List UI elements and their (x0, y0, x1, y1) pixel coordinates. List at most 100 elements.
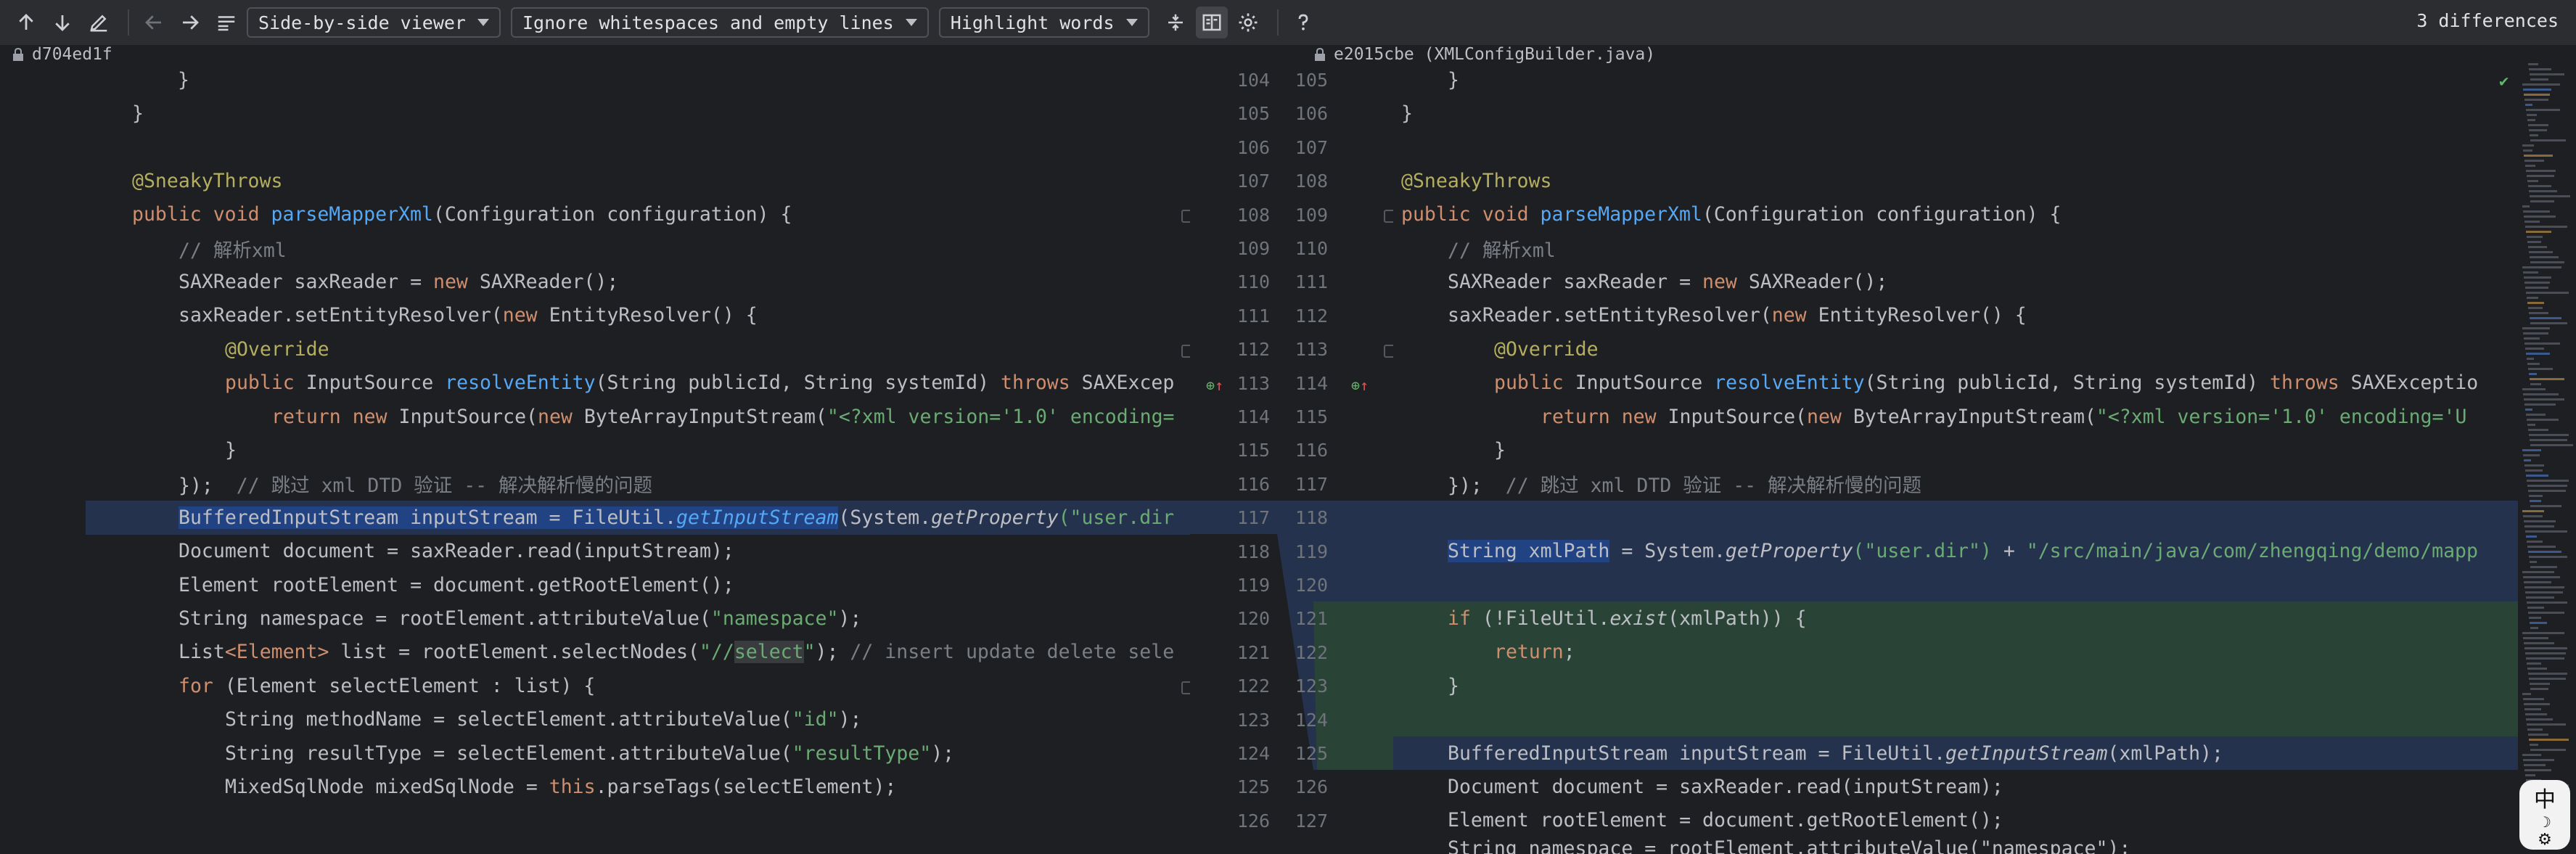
left-revision-title: d704ed1f (12, 45, 112, 64)
minimap-line (2523, 393, 2559, 395)
collapse-unchanged-icon[interactable] (1160, 7, 1191, 38)
code-line: List<Element> list = rootElement.selectN… (179, 641, 1175, 664)
help-icon[interactable] (1287, 7, 1319, 38)
right-line-number: 108 (1295, 171, 1328, 192)
left-line-number: 110 (1236, 271, 1270, 292)
code-line: } (132, 102, 144, 126)
minimap-line (2528, 124, 2548, 126)
input-method-widget[interactable]: 中 ☽ ⚙ (2519, 780, 2570, 850)
minimap-line (2526, 535, 2537, 538)
minimap-line (2524, 459, 2531, 461)
minimap-line (2530, 439, 2567, 441)
viewer-mode-label: Side-by-side viewer (258, 12, 466, 33)
right-line-number: 111 (1295, 271, 1328, 292)
minimap-line (2524, 403, 2556, 406)
minimap-line (2529, 373, 2537, 375)
list-changes-icon[interactable] (210, 7, 242, 38)
viewer-mode-select[interactable]: Side-by-side viewer (247, 7, 501, 38)
settings-gear-icon[interactable] (1232, 7, 1264, 38)
inserted-line: String xmlPath = System.getProperty("use… (1393, 534, 2518, 568)
fold-marker-icon[interactable] (1181, 210, 1190, 223)
code-line: saxReader.setEntityResolver(new EntityRe… (179, 304, 758, 327)
minimap-line (2530, 73, 2564, 75)
fold-marker-icon[interactable] (1181, 345, 1190, 358)
fold-marker-icon[interactable] (1181, 681, 1190, 694)
minimap-line (2527, 363, 2540, 365)
left-line-number: 123 (1236, 710, 1270, 731)
code-line: @Override (1494, 337, 1599, 361)
minimap-line (2527, 236, 2543, 238)
minimap-line (2522, 510, 2544, 512)
minimap-line (2525, 348, 2544, 350)
minimap-line (2524, 215, 2556, 218)
code-line: saxReader.setEntityResolver(new EntityRe… (1448, 304, 2027, 327)
minimap-line (2527, 480, 2569, 482)
edit-source-icon[interactable] (83, 7, 115, 38)
sync-scroll-icon[interactable] (1195, 7, 1228, 38)
next-difference-icon[interactable] (46, 7, 78, 38)
minimap-line (2530, 622, 2547, 624)
minimap-line (2528, 368, 2553, 370)
minimap-line (2530, 317, 2561, 319)
minimap-line (2524, 586, 2564, 588)
right-line-number: 120 (1295, 575, 1328, 596)
left-editor-pane[interactable]: } } @SneakyThrows public void parseMappe… (0, 63, 1190, 854)
left-line-number: 111 (1236, 305, 1270, 327)
minimap-line (2525, 165, 2535, 167)
minimap-line (2524, 221, 2540, 223)
differences-count: 3 differences (2416, 10, 2559, 31)
implements-marker-icon[interactable]: ⊕↑ (1206, 377, 1223, 394)
minimap-line (2523, 210, 2550, 213)
implements-marker-icon[interactable]: ⊕↑ (1351, 377, 1369, 394)
minimap-line (2525, 713, 2547, 715)
left-line-number: 106 (1236, 137, 1270, 158)
left-line-number: 121 (1236, 642, 1270, 663)
inserted-line (1393, 501, 2518, 535)
minimap-line (2530, 134, 2538, 136)
left-line-number: 120 (1236, 608, 1270, 629)
minimap-line (2525, 530, 2567, 533)
left-line-number: 119 (1236, 575, 1270, 596)
ime-chinese-mode[interactable]: 中 (2534, 781, 2556, 813)
code-line: String namespace = rootElement.attribute… (179, 607, 862, 631)
left-line-number: 105 (1236, 103, 1270, 124)
previous-difference-icon[interactable] (10, 7, 42, 38)
chevron-down-icon (477, 19, 489, 26)
minimap-line (2530, 444, 2573, 446)
right-line-number: 107 (1295, 137, 1328, 158)
added-line (1393, 702, 2518, 736)
right-line-number: 121 (1295, 608, 1328, 629)
minimap-line (2530, 688, 2548, 690)
minimap-line (2530, 195, 2570, 197)
minimap-line (2523, 89, 2551, 91)
minimap-line (2530, 627, 2538, 629)
minimap-line (2530, 383, 2541, 385)
right-editor-pane[interactable]: } } @SneakyThrows public void parseMappe… (1393, 63, 2576, 854)
code-line: // 解析xml (1448, 239, 1556, 262)
minimap-line (2524, 155, 2553, 157)
minimap-line (2523, 576, 2560, 578)
lock-icon (1315, 47, 1325, 61)
moon-icon: ☽ (2538, 813, 2551, 831)
minimap-line (2524, 647, 2567, 649)
minimap-line (2522, 754, 2541, 756)
minimap-line (2528, 429, 2548, 431)
right-line-number: 110 (1295, 238, 1328, 259)
minimap-line (2527, 424, 2535, 426)
forward-icon[interactable] (174, 7, 206, 38)
minimap-line (2526, 596, 2554, 599)
back-icon[interactable] (138, 7, 170, 38)
minimap-line (2522, 266, 2561, 268)
minimap-line (2530, 566, 2557, 568)
right-line-number: 113 (1295, 339, 1328, 360)
minimap-line (2529, 495, 2543, 497)
gear-icon[interactable]: ⚙ (2538, 831, 2552, 849)
minimap-line (2528, 490, 2566, 492)
right-error-stripe[interactable] (2519, 63, 2576, 854)
minimap-line (2530, 378, 2564, 380)
minimap-line (2523, 637, 2548, 639)
highlight-mode-select[interactable]: Highlight words (938, 7, 1149, 38)
whitespace-mode-select[interactable]: Ignore whitespaces and empty lines (510, 7, 929, 38)
diff-toolbar: Side-by-side viewer Ignore whitespaces a… (0, 0, 2576, 45)
right-line-number: 122 (1295, 642, 1328, 663)
